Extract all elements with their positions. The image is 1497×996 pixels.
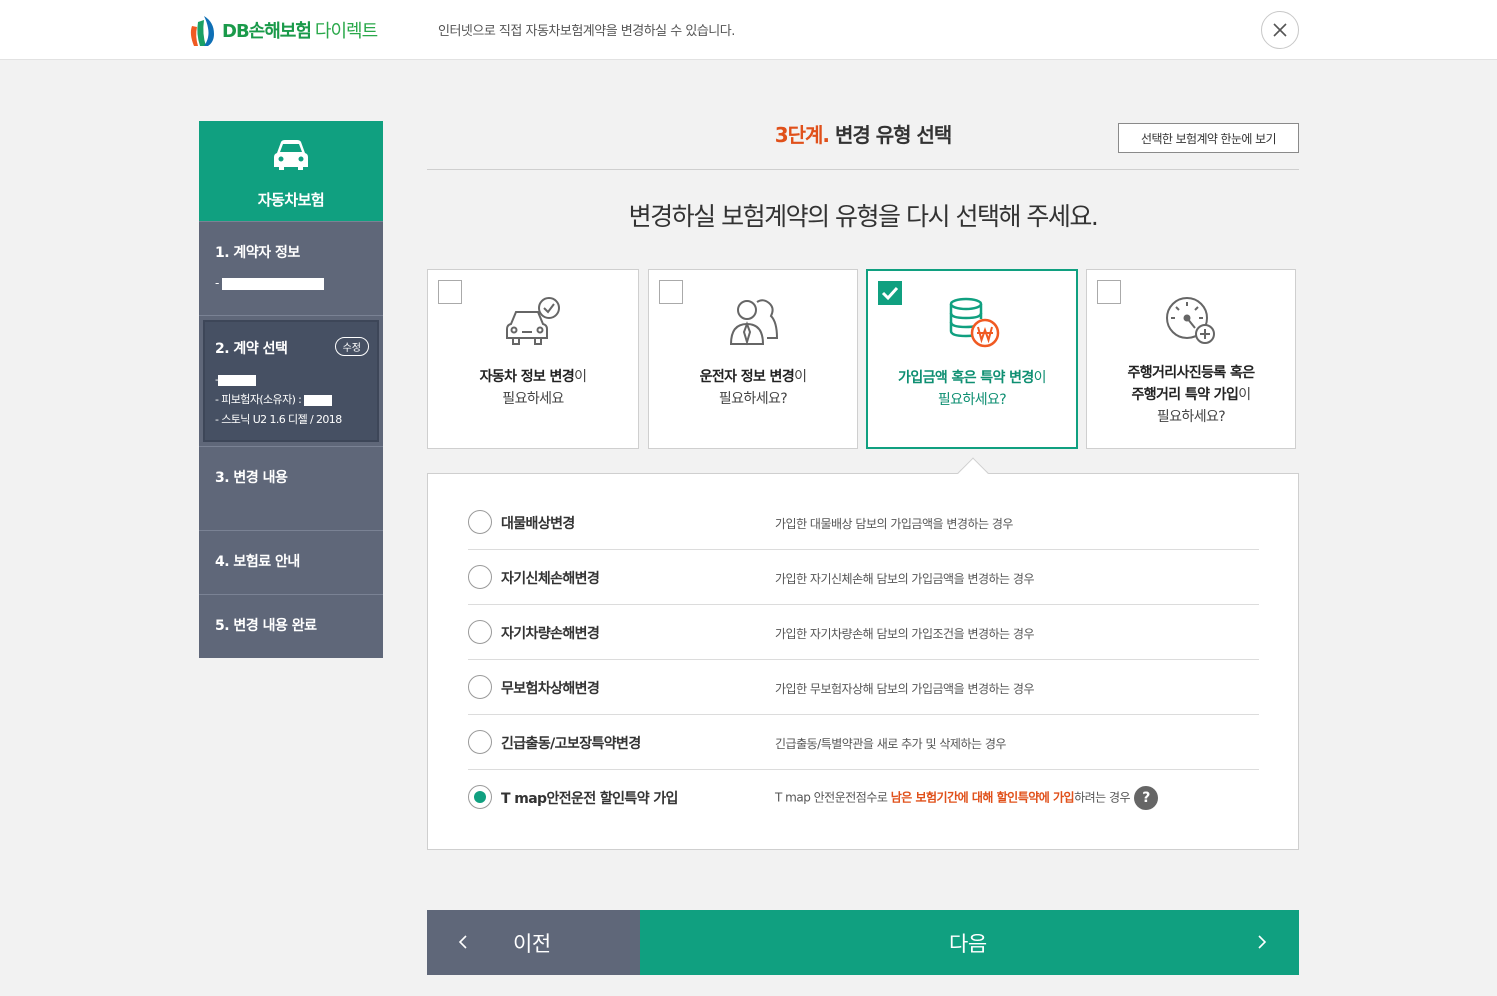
sidebar-step-4[interactable]: 4. 보험료 안내 [199, 530, 383, 594]
card-3-title: 가입금액 혹은 특약 변경 [898, 370, 1034, 386]
next-button[interactable]: 다음 [640, 910, 1299, 975]
option-description: 가입한 자기차량손해 담보의 가입조건을 변경하는 경우 [775, 627, 1035, 641]
card-4-suffix: 이 [1238, 387, 1251, 403]
card-checkbox-checked[interactable] [878, 281, 902, 305]
close-button[interactable] [1261, 11, 1299, 49]
card-checkbox[interactable] [659, 280, 683, 304]
card-4-line1: 주행거리사진등록 혹은 [1127, 365, 1255, 381]
card-2-suffix: 이 [794, 369, 807, 385]
option-row-selected[interactable]: T map안전운전 할인특약 가입 T map 안전운전점수로 남은 보험기간에… [468, 770, 1259, 825]
option-description: 긴급출동/특별약관을 새로 추가 및 삭제하는 경우 [775, 737, 1006, 751]
card-amount-rider-change[interactable]: 가입금액 혹은 특약 변경이필요하세요? [866, 269, 1078, 449]
card-2-line2: 필요하세요? [718, 391, 788, 407]
change-type-cards: 자동차 정보 변경이 필요하세요 운전자 정보 변경이 필요하세요? 가입금액 … [427, 269, 1299, 449]
option-name: 자기차량손해변경 [501, 626, 600, 642]
radio-button[interactable] [468, 510, 492, 534]
card-3-suffix: 이 [1033, 370, 1047, 386]
prev-label: 이전 [513, 932, 551, 956]
logo-text-direct: 다이렉트 [314, 21, 378, 42]
prev-button[interactable]: 이전 [427, 910, 640, 975]
option-row[interactable]: 긴급출동/고보장특약변경 긴급출동/특별약관을 새로 추가 및 삭제하는 경우 [468, 715, 1259, 770]
card-4-title: 주행거리 특약 가입 [1131, 387, 1239, 403]
option-row[interactable]: 대물배상변경 가입한 대물배상 담보의 가입금액을 변경하는 경우 [468, 495, 1259, 550]
option-row[interactable]: 자기차량손해변경 가입한 자기차량손해 담보의 가입조건을 변경하는 경우 [468, 605, 1259, 660]
card-vehicle-info-change[interactable]: 자동차 정보 변경이필요하세요 [427, 269, 639, 449]
page-heading: 변경하실 보험계약의 유형을 다시 선택해 주세요. [628, 202, 1099, 231]
card-4-line3: 필요하세요? [1156, 409, 1226, 425]
masked-insured-name [304, 394, 333, 406]
option-row[interactable]: 자기신체손해변경 가입한 자기신체손해 담보의 가입금액을 변경하는 경우 [468, 550, 1259, 605]
logo-mark-icon [190, 16, 214, 46]
progress-sidebar: 자동차보험 1. 계약자 정보 - 2. 계약 선택 수정 - - 피보험자(소… [199, 121, 383, 658]
desc-highlight: 남은 보험기간에 대해 할인특약에 가입 [890, 790, 1075, 805]
next-label: 다음 [949, 932, 987, 956]
card-checkbox[interactable] [1097, 280, 1121, 304]
sidebar-product: 자동차보험 [199, 121, 383, 221]
card-3-line2: 필요하세요? [937, 392, 1007, 408]
option-description: 가입한 대물배상 담보의 가입금액을 변경하는 경우 [775, 517, 1013, 531]
radio-button[interactable] [468, 565, 492, 589]
option-name: T map안전운전 할인특약 가입 [501, 791, 678, 807]
radio-button[interactable] [468, 620, 492, 644]
chevron-left-icon [458, 935, 467, 949]
card-driver-info-change[interactable]: 운전자 정보 변경이필요하세요? [648, 269, 858, 449]
desc-pre: T map 안전운전점수로 [775, 790, 891, 805]
card-2-title: 운전자 정보 변경 [699, 369, 795, 385]
help-icon[interactable]: ? [1134, 786, 1159, 810]
radio-button[interactable] [468, 675, 492, 699]
sidebar-step-4-label: 4. 보험료 안내 [215, 554, 300, 570]
step-number: 3단계. [774, 123, 830, 147]
edit-badge[interactable]: 수정 [334, 337, 369, 356]
chevron-right-icon [1258, 935, 1267, 949]
card-1-suffix: 이 [574, 369, 587, 385]
sidebar-step-3-label: 3. 변경 내용 [215, 470, 288, 486]
option-name: 대물배상변경 [501, 516, 575, 532]
step-1-line-prefix: - [215, 276, 220, 290]
desc-post: 하려는 경우 [1074, 790, 1131, 805]
option-description: 가입한 자기신체손해 담보의 가입금액을 변경하는 경우 [775, 572, 1035, 586]
driver-icon [729, 299, 779, 346]
coins-won-icon [949, 297, 1000, 348]
panel-pointer [957, 457, 989, 489]
insured-label: - 피보험자(소유자) : [215, 393, 302, 406]
sidebar-step-2-wrap: 2. 계약 선택 수정 - - 피보험자(소유자) : - 스토닉 U2 1.6… [199, 315, 383, 446]
sidebar-step-2[interactable]: 2. 계약 선택 수정 - - 피보험자(소유자) : - 스토닉 U2 1.6… [203, 320, 379, 442]
option-name: 무보험차상해변경 [501, 681, 600, 697]
card-mileage-registration[interactable]: 주행거리사진등록 혹은주행거리 특약 가입이필요하세요? [1086, 269, 1296, 449]
sidebar-step-5[interactable]: 5. 변경 내용 완료 [199, 594, 383, 658]
vehicle-info: - 스토닉 U2 1.6 디젤 / 2018 [215, 413, 342, 426]
sidebar-step-1-label: 1. 계약자 정보 [215, 245, 300, 261]
view-contract-summary-button[interactable]: 선택한 보험계약 한눈에 보기 [1118, 123, 1299, 153]
masked-contractor-name [222, 277, 325, 290]
car-check-icon [506, 297, 560, 345]
db-direct-logo[interactable]: DB손해보험 다이렉트 [188, 12, 378, 48]
car-icon [274, 140, 308, 170]
option-description: T map 안전운전점수로 남은 보험기간에 대해 할인특약에 가입하려는 경우… [775, 786, 1159, 810]
gauge-plus-icon [1166, 297, 1215, 344]
radio-button[interactable] [468, 730, 492, 754]
sidebar-step-1[interactable]: 1. 계약자 정보 - [199, 221, 383, 315]
option-row[interactable]: 무보험차상해변경 가입한 무보험자상해 담보의 가입금액을 변경하는 경우 [468, 660, 1259, 715]
check-icon [881, 286, 899, 301]
option-name: 긴급출동/고보장특약변경 [501, 736, 641, 752]
option-panel: 대물배상변경 가입한 대물배상 담보의 가입금액을 변경하는 경우 자기신체손해… [427, 457, 1299, 850]
masked-contract-no [218, 374, 257, 386]
title-divider [427, 169, 1299, 170]
card-1-line2: 필요하세요 [502, 391, 564, 407]
top-header: DB손해보험 다이렉트 인터넷으로 직접 자동차보험계약을 변경하실 수 있습니다… [0, 0, 1497, 60]
card-1-title: 자동차 정보 변경 [479, 369, 575, 385]
step-title-text: 변경 유형 선택 [834, 123, 952, 147]
header-description: 인터넷으로 직접 자동차보험계약을 변경하실 수 있습니다. [438, 24, 735, 39]
option-description: 가입한 무보험자상해 담보의 가입금액을 변경하는 경우 [775, 682, 1035, 696]
card-checkbox[interactable] [438, 280, 462, 304]
option-name: 자기신체손해변경 [501, 571, 600, 587]
sidebar-step-5-label: 5. 변경 내용 완료 [215, 618, 317, 634]
sidebar-step-3[interactable]: 3. 변경 내용 [199, 446, 383, 530]
logo-text-db: DB손해보험 [222, 21, 312, 42]
radio-button-selected[interactable] [468, 785, 492, 809]
close-icon [1273, 23, 1287, 37]
sidebar-product-label: 자동차보험 [257, 191, 325, 209]
